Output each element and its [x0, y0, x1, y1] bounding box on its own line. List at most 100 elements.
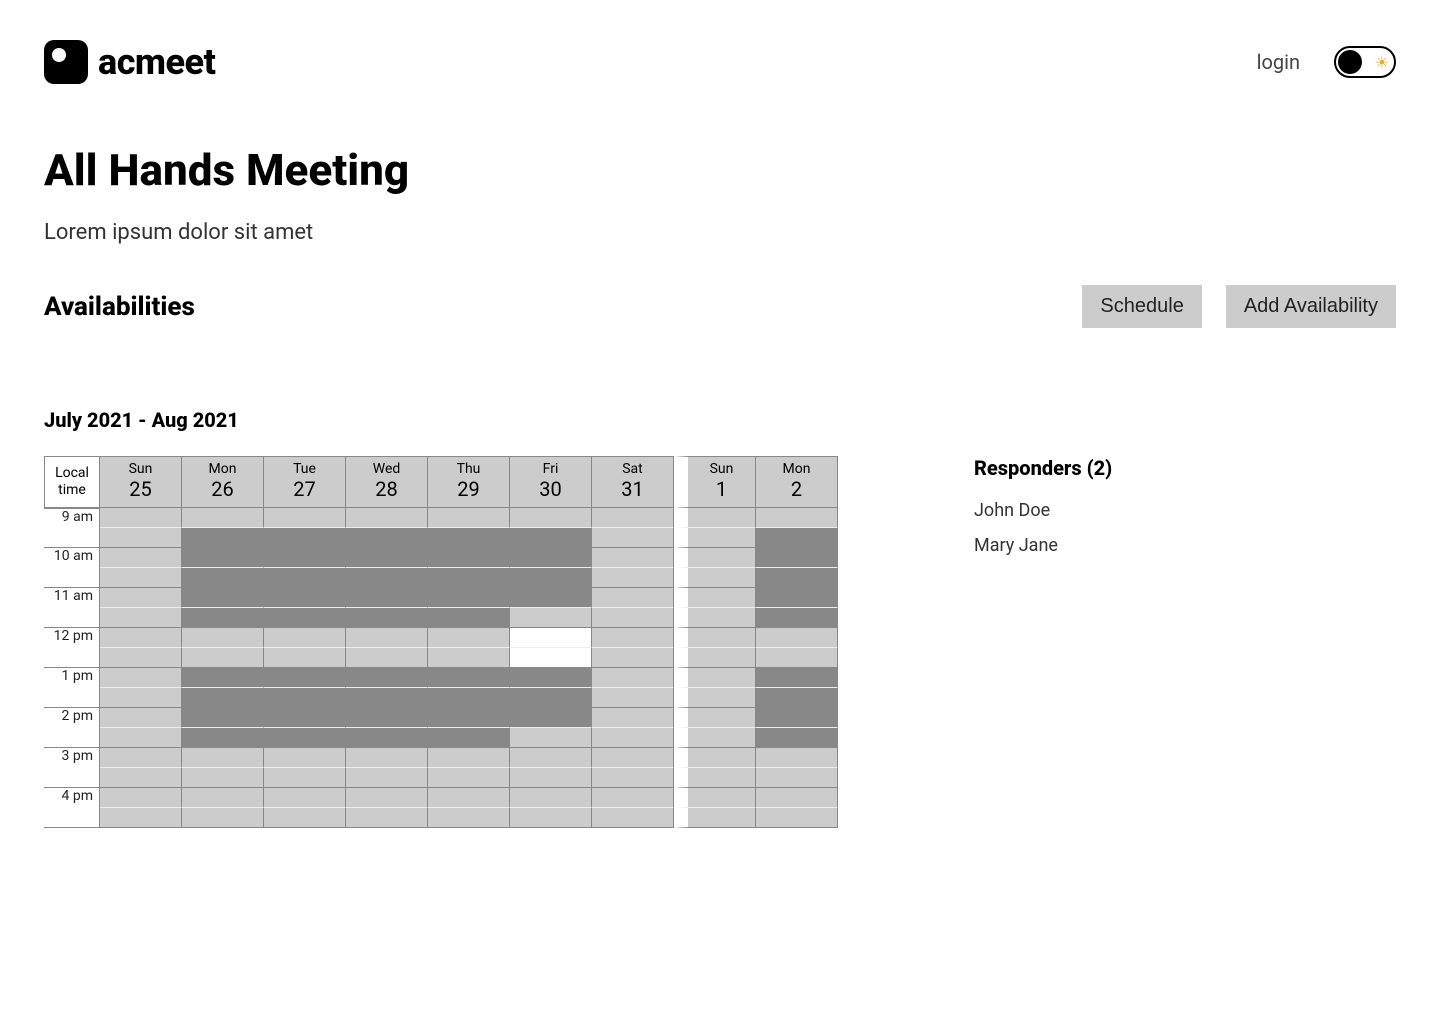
availability-slot[interactable] — [510, 668, 592, 688]
availability-slot[interactable] — [100, 748, 182, 768]
availability-slot[interactable] — [674, 728, 756, 748]
availability-slot[interactable] — [756, 608, 838, 628]
availability-slot[interactable] — [510, 628, 592, 648]
availability-slot[interactable] — [510, 788, 592, 808]
availability-slot[interactable] — [428, 608, 510, 628]
availability-slot[interactable] — [346, 748, 428, 768]
availability-slot[interactable] — [428, 568, 510, 588]
availability-slot[interactable] — [182, 808, 264, 828]
availability-slot[interactable] — [428, 688, 510, 708]
availability-slot[interactable] — [674, 568, 756, 588]
availability-slot[interactable] — [346, 508, 428, 528]
availability-slot[interactable] — [756, 788, 838, 808]
calendar-grid[interactable]: LocaltimeSun25Mon26Tue27Wed28Thu29Fri30S… — [44, 456, 914, 828]
responder-item[interactable]: Mary Jane — [974, 535, 1112, 556]
availability-slot[interactable] — [592, 728, 674, 748]
availability-slot[interactable] — [674, 588, 756, 608]
availability-slot[interactable] — [346, 608, 428, 628]
availability-slot[interactable] — [510, 728, 592, 748]
availability-slot[interactable] — [756, 708, 838, 728]
availability-slot[interactable] — [592, 588, 674, 608]
login-link[interactable]: login — [1257, 50, 1300, 74]
availability-slot[interactable] — [756, 748, 838, 768]
availability-slot[interactable] — [674, 748, 756, 768]
availability-slot[interactable] — [674, 648, 756, 668]
availability-slot[interactable] — [428, 748, 510, 768]
availability-slot[interactable] — [182, 688, 264, 708]
availability-slot[interactable] — [100, 708, 182, 728]
availability-slot[interactable] — [592, 788, 674, 808]
availability-slot[interactable] — [182, 708, 264, 728]
availability-slot[interactable] — [756, 648, 838, 668]
availability-slot[interactable] — [182, 788, 264, 808]
availability-slot[interactable] — [346, 728, 428, 748]
availability-slot[interactable] — [100, 808, 182, 828]
availability-slot[interactable] — [182, 528, 264, 548]
availability-slot[interactable] — [100, 788, 182, 808]
availability-slot[interactable] — [346, 648, 428, 668]
availability-slot[interactable] — [592, 608, 674, 628]
availability-slot[interactable] — [756, 508, 838, 528]
availability-slot[interactable] — [510, 508, 592, 528]
availability-slot[interactable] — [592, 648, 674, 668]
availability-slot[interactable] — [756, 688, 838, 708]
availability-slot[interactable] — [264, 788, 346, 808]
availability-slot[interactable] — [346, 588, 428, 608]
brand-logo[interactable]: acmeet — [44, 40, 215, 84]
availability-slot[interactable] — [510, 688, 592, 708]
availability-slot[interactable] — [428, 628, 510, 648]
availability-slot[interactable] — [510, 648, 592, 668]
availability-slot[interactable] — [346, 708, 428, 728]
availability-slot[interactable] — [264, 568, 346, 588]
availability-slot[interactable] — [592, 528, 674, 548]
availability-slot[interactable] — [592, 748, 674, 768]
availability-slot[interactable] — [674, 668, 756, 688]
availability-slot[interactable] — [510, 588, 592, 608]
availability-slot[interactable] — [100, 688, 182, 708]
availability-slot[interactable] — [428, 708, 510, 728]
add-availability-button[interactable]: Add Availability — [1226, 285, 1396, 328]
availability-slot[interactable] — [264, 528, 346, 548]
availability-slot[interactable] — [428, 808, 510, 828]
availability-slot[interactable] — [428, 648, 510, 668]
availability-slot[interactable] — [264, 708, 346, 728]
theme-toggle[interactable]: ☀ — [1334, 46, 1396, 78]
availability-slot[interactable] — [182, 648, 264, 668]
availability-slot[interactable] — [182, 728, 264, 748]
availability-slot[interactable] — [674, 628, 756, 648]
availability-slot[interactable] — [674, 508, 756, 528]
availability-slot[interactable] — [100, 568, 182, 588]
availability-slot[interactable] — [510, 708, 592, 728]
availability-slot[interactable] — [264, 648, 346, 668]
availability-slot[interactable] — [100, 528, 182, 548]
availability-slot[interactable] — [264, 668, 346, 688]
availability-slot[interactable] — [182, 668, 264, 688]
availability-slot[interactable] — [428, 668, 510, 688]
availability-slot[interactable] — [592, 688, 674, 708]
availability-slot[interactable] — [264, 808, 346, 828]
availability-slot[interactable] — [182, 768, 264, 788]
availability-slot[interactable] — [674, 768, 756, 788]
availability-slot[interactable] — [100, 768, 182, 788]
responder-item[interactable]: John Doe — [974, 500, 1112, 521]
availability-slot[interactable] — [592, 668, 674, 688]
availability-slot[interactable] — [674, 788, 756, 808]
availability-slot[interactable] — [264, 728, 346, 748]
availability-slot[interactable] — [346, 668, 428, 688]
availability-slot[interactable] — [592, 708, 674, 728]
availability-slot[interactable] — [100, 608, 182, 628]
availability-slot[interactable] — [346, 548, 428, 568]
availability-slot[interactable] — [510, 748, 592, 768]
availability-slot[interactable] — [346, 568, 428, 588]
availability-slot[interactable] — [264, 688, 346, 708]
availability-slot[interactable] — [674, 708, 756, 728]
availability-slot[interactable] — [756, 808, 838, 828]
availability-slot[interactable] — [100, 668, 182, 688]
availability-slot[interactable] — [182, 568, 264, 588]
availability-slot[interactable] — [346, 688, 428, 708]
availability-slot[interactable] — [100, 648, 182, 668]
availability-slot[interactable] — [264, 588, 346, 608]
availability-slot[interactable] — [264, 608, 346, 628]
availability-slot[interactable] — [100, 508, 182, 528]
availability-slot[interactable] — [756, 588, 838, 608]
